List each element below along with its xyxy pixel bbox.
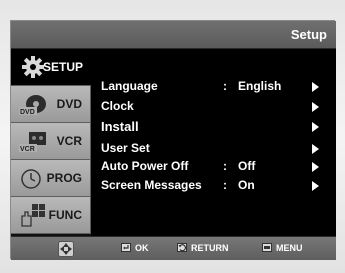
svg-text:DVD: DVD bbox=[20, 109, 35, 116]
ok-label: OK bbox=[135, 243, 149, 253]
menu-item-value: English bbox=[238, 79, 282, 93]
sidebar-item-label: DVD bbox=[56, 97, 82, 111]
arrow-right-icon bbox=[312, 144, 319, 154]
menu-item-install[interactable]: Install bbox=[101, 119, 331, 135]
ok-button[interactable]: OK bbox=[121, 243, 149, 255]
page-title: Setup bbox=[290, 27, 327, 42]
sidebar-item-label: SETUP bbox=[42, 60, 83, 74]
sidebar: SETUP DVD DVD VCR VCR PROG FUNC bbox=[11, 49, 91, 236]
directional-pad-icon bbox=[58, 241, 74, 257]
sidebar-item-prog[interactable]: PROG bbox=[11, 160, 91, 197]
sidebar-item-func[interactable]: FUNC bbox=[11, 197, 91, 234]
menu-item-label: Screen Messages bbox=[101, 178, 202, 192]
sidebar-item-label: FUNC bbox=[48, 208, 82, 222]
sidebar-item-setup[interactable]: SETUP bbox=[11, 49, 91, 86]
menu-item-colon: : bbox=[223, 159, 227, 173]
arrow-right-icon bbox=[312, 122, 319, 132]
return-button[interactable]: RETURN bbox=[177, 243, 229, 255]
dvd-disc-icon: DVD bbox=[19, 95, 46, 116]
menu-item-label: Language bbox=[101, 79, 158, 93]
menu-label: MENU bbox=[276, 243, 303, 253]
menu-item-screen-messages[interactable]: Screen Messages : On bbox=[101, 178, 331, 194]
svg-text:VCR: VCR bbox=[20, 146, 35, 153]
sidebar-item-vcr[interactable]: VCR VCR bbox=[11, 123, 91, 160]
menu-item-label: Auto Power Off bbox=[101, 159, 189, 173]
return-label: RETURN bbox=[191, 243, 229, 253]
menu-item-user-set[interactable]: User Set bbox=[101, 141, 331, 157]
menu-item-label: Install bbox=[101, 119, 139, 134]
menu-item-clock[interactable]: Clock bbox=[101, 99, 331, 115]
clock-icon bbox=[21, 169, 41, 189]
sidebar-item-label: PROG bbox=[46, 171, 82, 185]
menu-item-auto-power-off[interactable]: Auto Power Off : Off bbox=[101, 159, 331, 175]
enter-icon bbox=[121, 243, 131, 252]
menu-item-label: Clock bbox=[101, 99, 134, 113]
setup-menu-screen: Setup SETUP DVD DVD VCR VCR PROG FUNC La… bbox=[10, 20, 336, 260]
arrow-right-icon bbox=[312, 181, 319, 191]
menu-item-value: Off bbox=[238, 159, 256, 173]
menu-item-value: On bbox=[238, 178, 255, 192]
arrow-right-icon bbox=[312, 82, 319, 92]
menu-item-language[interactable]: Language : English bbox=[101, 79, 331, 95]
menu-item-label: User Set bbox=[101, 141, 150, 155]
menu-item-colon: : bbox=[223, 178, 227, 192]
sidebar-item-label: VCR bbox=[56, 134, 82, 148]
return-icon bbox=[177, 243, 187, 252]
menu-item-colon: : bbox=[223, 79, 227, 93]
arrow-right-icon bbox=[312, 102, 319, 112]
header-bar: Setup bbox=[11, 21, 336, 49]
footer-bar: OK RETURN MENU bbox=[11, 236, 336, 260]
menu-icon bbox=[262, 243, 272, 252]
menu-button[interactable]: MENU bbox=[262, 243, 303, 255]
hand-grid-icon bbox=[21, 204, 45, 227]
arrow-right-icon bbox=[312, 162, 319, 172]
sidebar-item-dvd[interactable]: DVD DVD bbox=[11, 86, 91, 123]
setup-menu-list: Language : English Clock Install User Se… bbox=[91, 49, 336, 236]
vcr-cassette-icon: VCR bbox=[19, 132, 46, 153]
